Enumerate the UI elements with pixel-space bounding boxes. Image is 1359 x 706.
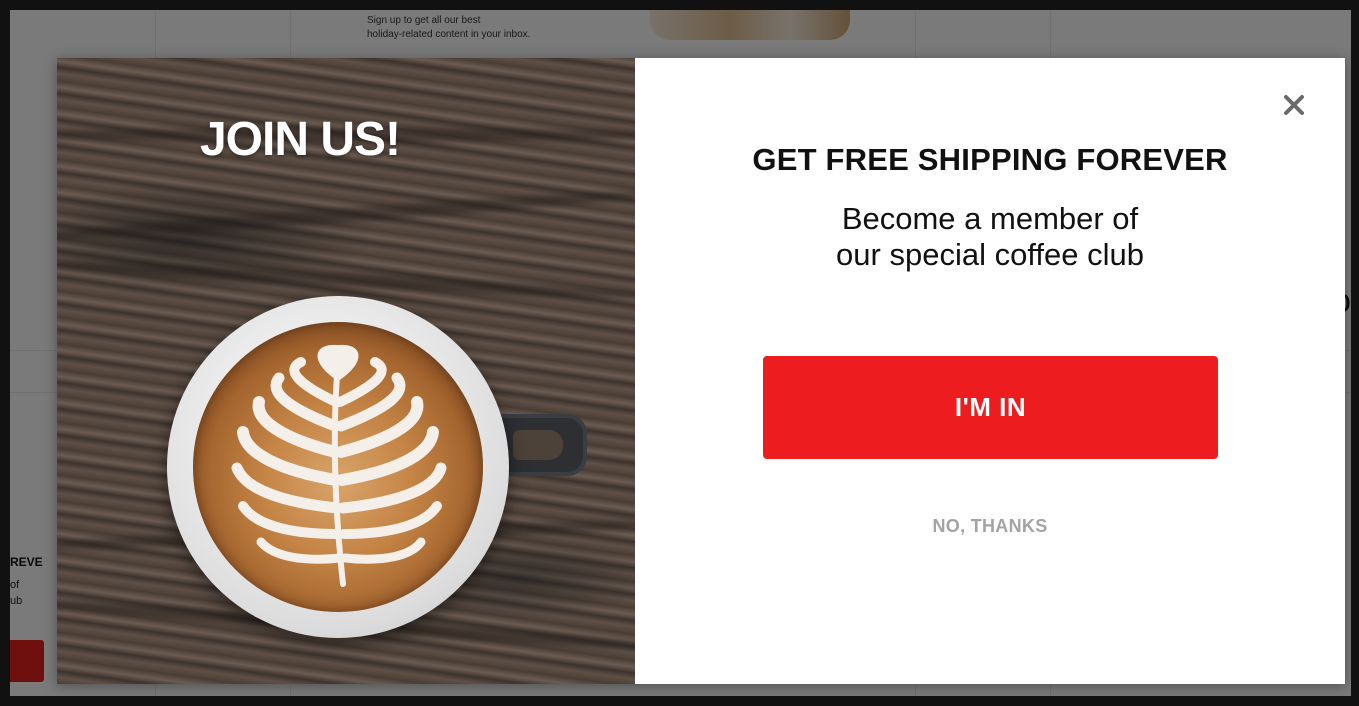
no-thanks-link[interactable]: NO, THANKS xyxy=(635,516,1345,537)
modal-hero-image: JOIN US! xyxy=(57,58,635,684)
modal-content: GET FREE SHIPPING FOREVER Become a membe… xyxy=(635,58,1345,684)
modal-subheadline-line: our special coffee club xyxy=(836,237,1144,272)
modal-headline: GET FREE SHIPPING FOREVER xyxy=(752,142,1228,177)
coffee-cup-image xyxy=(167,296,509,638)
wood-grain xyxy=(57,185,635,245)
join-us-title: JOIN US! xyxy=(57,112,634,167)
join-us-title-text: JOIN US! xyxy=(199,113,401,166)
cup-handle xyxy=(497,414,587,476)
modal-subheadline-line: Become a member of xyxy=(841,201,1139,236)
close-button[interactable] xyxy=(1279,90,1309,120)
latte-art-leaf-icon xyxy=(231,344,447,587)
cup-handle-hole xyxy=(513,430,563,460)
close-icon xyxy=(1284,95,1304,115)
latte-art xyxy=(193,322,483,612)
im-in-button[interactable]: I'M IN xyxy=(763,356,1218,459)
signup-modal: JOIN US! GET FREE SHIPPING FOREVER Becom… xyxy=(57,58,1345,684)
modal-subheadline: Become a member of our special coffee cl… xyxy=(635,201,1345,273)
browser-viewport: Sign up to get all our best holiday-rela… xyxy=(0,0,1359,706)
